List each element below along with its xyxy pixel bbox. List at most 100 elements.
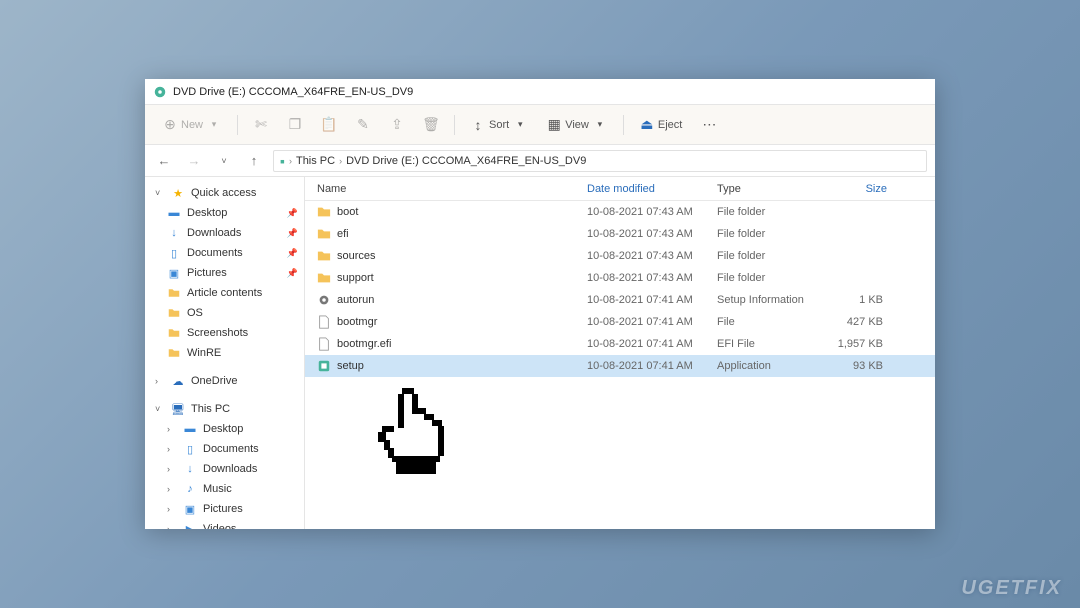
cut-button[interactable]: ✄ <box>246 113 276 137</box>
expand-icon: › <box>167 524 177 529</box>
copy-button[interactable]: ❐ <box>280 113 310 137</box>
eject-button[interactable]: ⏏ Eject <box>632 113 690 137</box>
sort-button[interactable]: ↕ Sort ▾ <box>463 113 535 137</box>
column-name[interactable]: Name <box>317 183 587 195</box>
navigation-pane: ˅ ★ Quick access ▬Desktop📌 ↓Downloads📌 ▯… <box>145 177 305 529</box>
watermark: UGETFIX <box>961 577 1062 600</box>
more-icon: ⋯ <box>702 118 716 132</box>
file-type: EFI File <box>717 338 827 350</box>
nav-pc-downloads[interactable]: ›↓Downloads <box>145 459 304 479</box>
nav-screenshots[interactable]: Screenshots <box>145 323 304 343</box>
nav-pc-documents[interactable]: ›▯Documents <box>145 439 304 459</box>
column-size[interactable]: Size <box>827 183 887 195</box>
file-row[interactable]: boot10-08-2021 07:43 AMFile folder <box>305 201 935 223</box>
expand-icon: › <box>167 484 177 494</box>
nav-os[interactable]: OS <box>145 303 304 323</box>
expand-icon: › <box>167 504 177 514</box>
eject-icon: ⏏ <box>640 118 654 132</box>
folder-icon <box>317 227 331 241</box>
nav-article-contents[interactable]: Article contents <box>145 283 304 303</box>
expand-icon: › <box>167 464 177 474</box>
pin-icon: 📌 <box>287 228 298 239</box>
column-label: Date modified <box>587 183 655 195</box>
column-type[interactable]: Type <box>717 183 827 195</box>
more-button[interactable]: ⋯ <box>694 113 724 137</box>
separator <box>454 115 455 135</box>
expand-icon: › <box>167 444 177 454</box>
file-type: Setup Information <box>717 294 827 306</box>
breadcrumb[interactable]: ▪ › This PC › DVD Drive (E:) CCCOMA_X64F… <box>273 150 927 172</box>
paste-button[interactable]: 📋 <box>314 113 344 137</box>
file-row[interactable]: support10-08-2021 07:43 AMFile folder <box>305 267 935 289</box>
breadcrumb-seg[interactable]: DVD Drive (E:) CCCOMA_X64FRE_EN-US_DV9 <box>346 155 586 167</box>
nav-this-pc[interactable]: ˅ 🖥 This PC <box>145 399 304 419</box>
share-button[interactable]: ⇪ <box>382 113 412 137</box>
file-name: bootmgr.efi <box>337 338 391 350</box>
nav-label: OneDrive <box>191 375 237 387</box>
nav-pc-videos[interactable]: ›▶Videos <box>145 519 304 529</box>
file-name: support <box>337 272 374 284</box>
file-row[interactable]: bootmgr10-08-2021 07:41 AMFile427 KB <box>305 311 935 333</box>
file-row[interactable]: bootmgr.efi 10-08-2021 07:41 AMEFI File1,… <box>305 333 935 355</box>
nav-downloads[interactable]: ↓Downloads📌 <box>145 223 304 243</box>
column-date[interactable]: Date modified <box>587 183 717 195</box>
nav-pc-music[interactable]: ›♪Music <box>145 479 304 499</box>
view-label: View <box>565 119 589 131</box>
nav-quick-access[interactable]: ˅ ★ Quick access <box>145 183 304 203</box>
delete-button[interactable]: 🗑 <box>416 113 446 137</box>
separator <box>237 115 238 135</box>
nav-label: Screenshots <box>187 327 248 339</box>
file-name: setup <box>337 360 364 372</box>
back-button[interactable]: ← <box>153 150 175 172</box>
rename-button[interactable]: ✎ <box>348 113 378 137</box>
file-type: File folder <box>717 250 827 262</box>
sort-icon: ↕ <box>471 118 485 132</box>
nav-label: Pictures <box>203 503 243 515</box>
nav-label: Quick access <box>191 187 256 199</box>
nav-desktop[interactable]: ▬Desktop📌 <box>145 203 304 223</box>
new-button[interactable]: ⊕ New ▾ <box>155 113 229 137</box>
file-date: 10-08-2021 07:41 AM <box>587 360 717 372</box>
nav-pc-desktop[interactable]: ›▬Desktop <box>145 419 304 439</box>
nav-pc-pictures[interactable]: ›▣Pictures <box>145 499 304 519</box>
delete-icon: 🗑 <box>424 118 438 132</box>
nav-label: Documents <box>187 247 243 259</box>
file-row[interactable]: sources10-08-2021 07:43 AMFile folder <box>305 245 935 267</box>
file-row[interactable]: efi10-08-2021 07:43 AMFile folder <box>305 223 935 245</box>
pin-icon: 📌 <box>287 248 298 259</box>
breadcrumb-seg[interactable]: This PC <box>296 155 335 167</box>
file-list: boot10-08-2021 07:43 AMFile folderefi10-… <box>305 201 935 529</box>
file-size: 1,957 KB <box>827 338 887 350</box>
nav-onedrive[interactable]: › ☁ OneDrive <box>145 371 304 391</box>
file-date: 10-08-2021 07:41 AM <box>587 338 717 350</box>
file-row[interactable]: setup10-08-2021 07:41 AMApplication93 KB <box>305 355 935 377</box>
nav-pictures[interactable]: ▣Pictures📌 <box>145 263 304 283</box>
nav-label: Downloads <box>203 463 257 475</box>
file-name: autorun <box>337 294 374 306</box>
forward-button[interactable]: → <box>183 150 205 172</box>
file-type: File <box>717 316 827 328</box>
pictures-icon: ▣ <box>167 266 181 280</box>
file-row[interactable]: autorun 10-08-2021 07:41 AMSetup Informat… <box>305 289 935 311</box>
chevron-down-icon: ▾ <box>593 118 607 132</box>
file-type: File folder <box>717 228 827 240</box>
nav-documents[interactable]: ▯ Documents 📌 <box>145 243 304 263</box>
chevron-down-icon: ▾ <box>207 118 221 132</box>
folder-icon <box>167 306 181 320</box>
copy-icon: ❐ <box>288 118 302 132</box>
file-name: bootmgr <box>337 316 377 328</box>
file-date: 10-08-2021 07:43 AM <box>587 272 717 284</box>
view-button[interactable]: ▦ View ▾ <box>539 113 615 137</box>
breadcrumb-home-icon: ▪ <box>280 153 285 169</box>
up-button[interactable]: ↑ <box>243 150 265 172</box>
documents-icon: ▯ <box>167 246 181 260</box>
separator <box>623 115 624 135</box>
eject-label: Eject <box>658 119 682 131</box>
explorer-window: DVD Drive (E:) CCCOMA_X64FRE_EN-US_DV9 ⊕… <box>145 79 935 529</box>
share-icon: ⇪ <box>390 118 404 132</box>
nav-winre[interactable]: WinRE <box>145 343 304 363</box>
file-date: 10-08-2021 07:41 AM <box>587 294 717 306</box>
file-name: boot <box>337 206 358 218</box>
file-type: File folder <box>717 206 827 218</box>
recent-button[interactable]: ˅ <box>213 150 235 172</box>
